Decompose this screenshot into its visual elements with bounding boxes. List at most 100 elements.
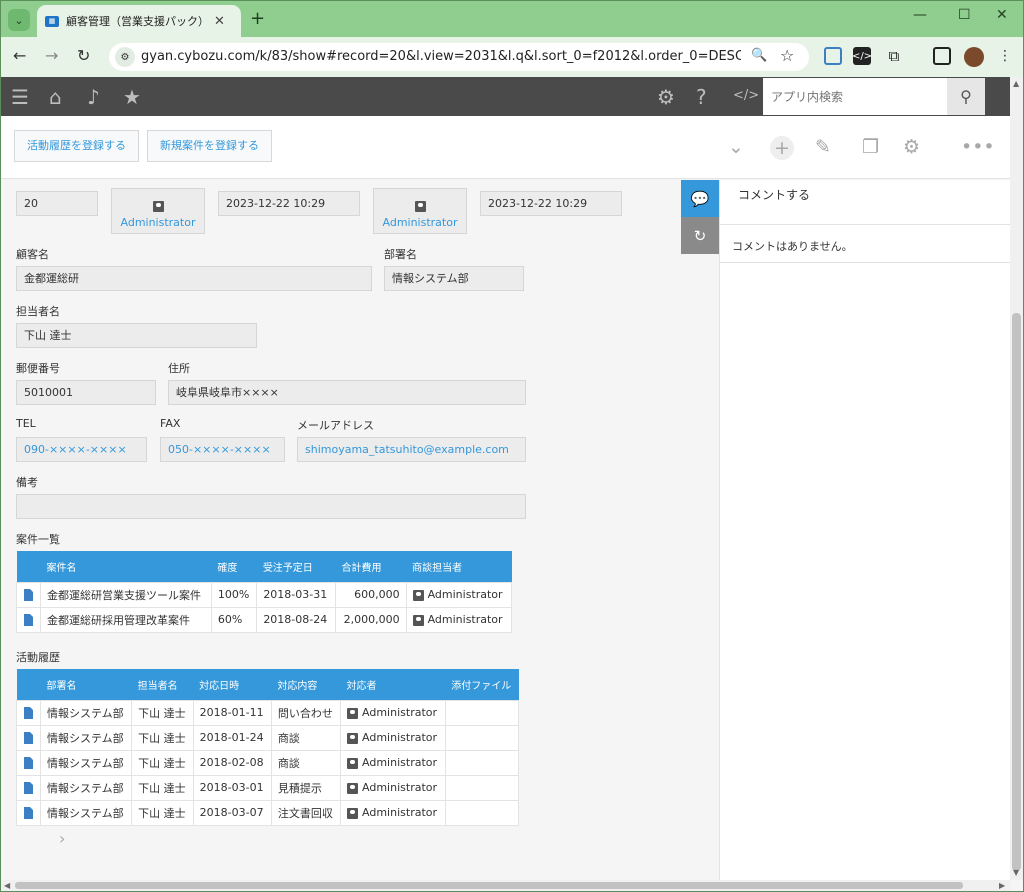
table-row: 情報システム部 下山 達士 2018-03-01 見積提示 Administra… bbox=[16, 774, 520, 801]
duplicate-icon[interactable]: ❐ bbox=[862, 136, 879, 158]
act-handler-cell[interactable]: Administrator bbox=[340, 774, 446, 801]
maximize-icon[interactable]: ☐ bbox=[958, 7, 971, 23]
bell-icon[interactable]: ♪ bbox=[87, 85, 100, 109]
close-window-icon[interactable]: ✕ bbox=[996, 7, 1008, 23]
address-bar[interactable]: ⚙ gyan.cybozu.com/k/83/show#record=20&l.… bbox=[109, 43, 809, 71]
act-dept-cell: 情報システム部 bbox=[39, 724, 133, 751]
tab-search-button[interactable]: ⌄ bbox=[8, 9, 30, 31]
browser-tab-active[interactable]: ▦ 顧客管理（営業支援パック）- ... ✕ bbox=[37, 5, 241, 37]
document-icon[interactable] bbox=[24, 707, 33, 719]
register-new-case-button[interactable]: 新規案件を登録する bbox=[147, 130, 272, 162]
scroll-down-icon[interactable]: ▼ bbox=[1013, 868, 1019, 877]
side-panel-icon[interactable] bbox=[933, 47, 951, 65]
comment-tab-icon[interactable]: 💬 bbox=[681, 180, 719, 217]
history-tab-icon[interactable]: ↻ bbox=[681, 217, 719, 254]
table-row: 金都運総研採用管理改革案件 60% 2018-08-24 2,000,000 A… bbox=[16, 606, 513, 633]
close-tab-icon[interactable]: ✕ bbox=[214, 14, 225, 29]
add-icon[interactable]: + bbox=[770, 136, 794, 160]
zoom-icon[interactable]: 🔍 bbox=[751, 48, 767, 63]
doc-cell[interactable] bbox=[16, 774, 41, 801]
chevron-down-icon[interactable]: ⌄ bbox=[728, 136, 744, 158]
horizontal-scroll-thumb[interactable] bbox=[15, 882, 963, 889]
gear-icon[interactable]: ⚙ bbox=[657, 85, 675, 109]
doc-cell[interactable] bbox=[16, 581, 41, 608]
document-icon[interactable] bbox=[24, 807, 33, 819]
handler-link[interactable]: Administrator bbox=[362, 706, 437, 719]
profile-avatar[interactable] bbox=[964, 47, 984, 67]
scroll-up-icon[interactable]: ▲ bbox=[1013, 79, 1019, 88]
extension-icon[interactable] bbox=[824, 47, 842, 65]
act-handler-cell[interactable]: Administrator bbox=[340, 799, 446, 826]
document-icon[interactable] bbox=[24, 614, 33, 626]
doc-cell[interactable] bbox=[16, 724, 41, 751]
owner-link[interactable]: Administrator bbox=[428, 588, 503, 601]
tel-label: TEL bbox=[16, 417, 36, 430]
act-dept-header: 部署名 bbox=[40, 669, 132, 700]
fax-field[interactable]: 050-××××-×××× bbox=[160, 437, 285, 462]
activities-label: 活動履歴 bbox=[16, 651, 60, 664]
scroll-right-icon[interactable]: ▶ bbox=[999, 881, 1005, 890]
minimize-icon[interactable]: — bbox=[913, 7, 927, 23]
handler-link[interactable]: Administrator bbox=[362, 806, 437, 819]
forward-icon[interactable]: → bbox=[45, 46, 58, 65]
reload-icon[interactable]: ↻ bbox=[77, 46, 90, 65]
order-date-header: 受注予定日 bbox=[256, 551, 336, 582]
devtools-extension-icon[interactable]: </> bbox=[852, 47, 872, 65]
more-options-icon[interactable]: ••• bbox=[961, 136, 995, 158]
doc-cell[interactable] bbox=[16, 799, 41, 826]
handler-link[interactable]: Administrator bbox=[362, 731, 437, 744]
star-icon[interactable]: ★ bbox=[123, 85, 141, 109]
creator-link[interactable]: Administrator bbox=[121, 216, 196, 229]
act-attachment-cell bbox=[444, 799, 520, 826]
menu-kebab-icon[interactable]: ⋮ bbox=[996, 47, 1014, 65]
doc-cell[interactable] bbox=[16, 749, 41, 776]
order-date-cell: 2018-03-31 bbox=[256, 581, 337, 608]
help-icon[interactable]: ? bbox=[696, 85, 707, 109]
scroll-left-icon[interactable]: ◀ bbox=[4, 881, 10, 890]
act-dept-cell: 情報システム部 bbox=[39, 699, 133, 726]
menu-icon[interactable]: ☰ bbox=[11, 85, 29, 109]
vertical-scrollbar[interactable]: ▲ ▼ bbox=[1010, 77, 1023, 880]
document-icon[interactable] bbox=[24, 782, 33, 794]
handler-link[interactable]: Administrator bbox=[362, 781, 437, 794]
handler-link[interactable]: Administrator bbox=[362, 756, 437, 769]
act-handler-cell[interactable]: Administrator bbox=[340, 724, 446, 751]
owner-cell[interactable]: Administrator bbox=[405, 581, 513, 608]
owner-cell[interactable]: Administrator bbox=[405, 606, 513, 633]
email-field[interactable]: shimoyama_tatsuhito@example.com bbox=[297, 437, 526, 462]
site-info-icon[interactable]: ⚙ bbox=[115, 47, 135, 67]
code-icon[interactable]: </> bbox=[733, 88, 759, 103]
bookmark-star-icon[interactable]: ☆ bbox=[780, 46, 794, 65]
act-person-header: 担当者名 bbox=[131, 669, 194, 700]
act-handler-cell[interactable]: Administrator bbox=[340, 749, 446, 776]
updater-link[interactable]: Administrator bbox=[383, 216, 458, 229]
table-row: 金都運総研営業支援ツール案件 100% 2018-03-31 600,000 A… bbox=[16, 581, 513, 608]
new-tab-button[interactable]: + bbox=[250, 8, 265, 29]
vertical-scroll-thumb[interactable] bbox=[1012, 313, 1021, 871]
probability-cell: 100% bbox=[210, 581, 258, 608]
app-search-input[interactable] bbox=[763, 78, 947, 115]
act-person-cell: 下山 達士 bbox=[131, 724, 194, 751]
act-handler-cell[interactable]: Administrator bbox=[340, 699, 446, 726]
register-activity-button[interactable]: 活動履歴を登録する bbox=[14, 130, 139, 162]
comment-input[interactable]: コメントする bbox=[720, 180, 1011, 225]
horizontal-scrollbar[interactable]: ◀ ▶ bbox=[1, 880, 1011, 891]
document-icon[interactable] bbox=[24, 732, 33, 744]
document-icon[interactable] bbox=[24, 589, 33, 601]
act-attachment-cell bbox=[444, 724, 520, 751]
extensions-puzzle-icon[interactable]: ⧉ bbox=[885, 47, 903, 65]
edit-icon[interactable]: ✎ bbox=[815, 136, 831, 158]
doc-cell[interactable] bbox=[16, 699, 41, 726]
tel-field[interactable]: 090-××××-×××× bbox=[16, 437, 147, 462]
document-icon[interactable] bbox=[24, 757, 33, 769]
chevron-right-icon[interactable]: › bbox=[59, 829, 65, 848]
owner-link[interactable]: Administrator bbox=[428, 613, 503, 626]
home-icon[interactable]: ⌂ bbox=[49, 85, 62, 109]
settings-gear-icon[interactable]: ⚙ bbox=[903, 136, 920, 158]
act-attachment-cell bbox=[444, 749, 520, 776]
search-icon[interactable]: ⚲ bbox=[947, 78, 985, 115]
back-icon[interactable]: ← bbox=[13, 46, 26, 65]
act-content-cell: 商談 bbox=[270, 724, 342, 751]
user-icon bbox=[152, 201, 164, 212]
doc-cell[interactable] bbox=[16, 606, 41, 633]
